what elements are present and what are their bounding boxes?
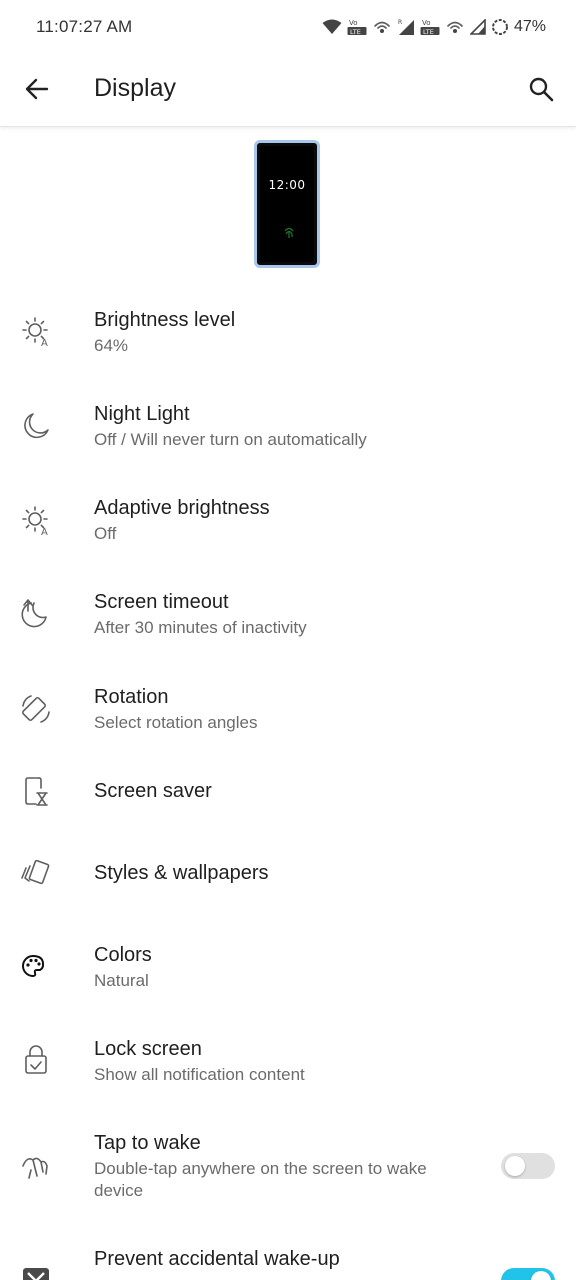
svg-text:R: R: [398, 19, 402, 26]
setting-summary: Off: [94, 524, 117, 543]
wallpaper-icon: [21, 859, 50, 885]
moon-icon: [24, 413, 49, 439]
prevent-wake-toggle[interactable]: [501, 1268, 555, 1280]
screen-timeout-icon: [21, 599, 47, 628]
screen-rotation-icon: [22, 695, 50, 723]
battery-percent: 47%: [513, 18, 546, 35]
tap-gesture-icon: [22, 1157, 48, 1179]
setting-title: Night Light: [94, 403, 190, 425]
toggle-knob: [505, 1156, 525, 1176]
setting-styles-wallpapers[interactable]: Styles & wallpapers: [0, 854, 576, 934]
volte-icon: VoLTE: [347, 19, 367, 36]
setting-summary: Double-tap anywhere on the screen to wak…: [94, 1159, 427, 1200]
volte-icon: VoLTE: [420, 19, 440, 36]
preview-clock: 12:00: [268, 178, 306, 192]
palette-icon: [22, 954, 45, 978]
fingerprint-icon: [284, 227, 294, 238]
setting-summary: Show all notification content: [94, 1065, 305, 1084]
setting-title: Adaptive brightness: [94, 497, 270, 519]
setting-tap-to-wake[interactable]: Tap to wake Double-tap anywhere on the s…: [0, 1124, 576, 1234]
setting-title: Lock screen: [94, 1038, 202, 1060]
back-button[interactable]: [20, 72, 54, 106]
setting-prevent-accidental-wake[interactable]: Prevent accidental wake-up: [0, 1240, 576, 1280]
status-icons: Vo LTE R Vo LTE 47%: [322, 18, 546, 36]
search-icon: [529, 77, 554, 102]
setting-night-light[interactable]: Night Light Off / Will never turn on aut…: [0, 395, 576, 485]
svg-text:Vo: Vo: [422, 19, 431, 27]
app-bar: Display: [0, 54, 576, 127]
setting-rotation[interactable]: Rotation Select rotation angles: [0, 678, 576, 768]
search-button[interactable]: [524, 72, 558, 106]
svg-text:Vo: Vo: [349, 19, 358, 27]
status-bar: 11:07:27 AM Vo LTE R Vo LTE 47%: [0, 0, 576, 54]
hotspot-icon: [374, 21, 390, 33]
setting-title: Screen saver: [94, 780, 212, 802]
tap-to-wake-toggle[interactable]: [501, 1153, 555, 1179]
setting-title: Tap to wake: [94, 1132, 201, 1154]
display-preview: 12:00: [254, 140, 320, 268]
setting-summary: After 30 minutes of inactivity: [94, 618, 307, 637]
svg-text:A: A: [41, 338, 48, 348]
brightness-auto-icon: A: [22, 506, 48, 537]
setting-summary: Natural: [94, 971, 149, 990]
arrow-back-icon: [25, 78, 49, 100]
battery-saver-icon: [491, 19, 508, 35]
setting-summary: Off / Will never turn on automatically: [94, 430, 367, 449]
brightness-auto-icon: A: [22, 317, 48, 348]
setting-title: Screen timeout: [94, 591, 229, 613]
setting-title: Prevent accidental wake-up: [94, 1248, 340, 1270]
setting-title: Rotation: [94, 686, 169, 708]
setting-summary: 64%: [94, 336, 129, 355]
setting-title: Colors: [94, 944, 152, 966]
signal-icon: [469, 19, 486, 35]
prevent-wake-icon: [23, 1268, 49, 1280]
setting-screen-timeout[interactable]: Screen timeout After 30 minutes of inact…: [0, 583, 576, 673]
page-title: Display: [94, 74, 176, 102]
setting-title: Styles & wallpapers: [94, 862, 269, 884]
svg-text:LTE: LTE: [423, 28, 434, 36]
hotspot-icon: [447, 21, 463, 33]
preview-screen: 12:00: [260, 146, 314, 262]
setting-title: Brightness level: [94, 309, 236, 331]
screen-saver-icon: [25, 777, 48, 806]
setting-summary: Select rotation angles: [94, 713, 258, 732]
status-time: 11:07:27 AM: [36, 17, 133, 36]
setting-adaptive-brightness[interactable]: A Adaptive brightness Off: [0, 489, 576, 579]
svg-text:A: A: [41, 527, 48, 537]
wifi-icon: [322, 19, 342, 34]
setting-colors[interactable]: Colors Natural: [0, 936, 576, 1026]
lock-screen-icon: [25, 1045, 47, 1074]
setting-lock-screen[interactable]: Lock screen Show all notification conten…: [0, 1030, 576, 1120]
setting-screen-saver[interactable]: Screen saver: [0, 772, 576, 852]
svg-text:LTE: LTE: [350, 28, 361, 36]
setting-brightness-level[interactable]: A Brightness level 64%: [0, 300, 576, 390]
signal-icon: R: [398, 19, 414, 35]
